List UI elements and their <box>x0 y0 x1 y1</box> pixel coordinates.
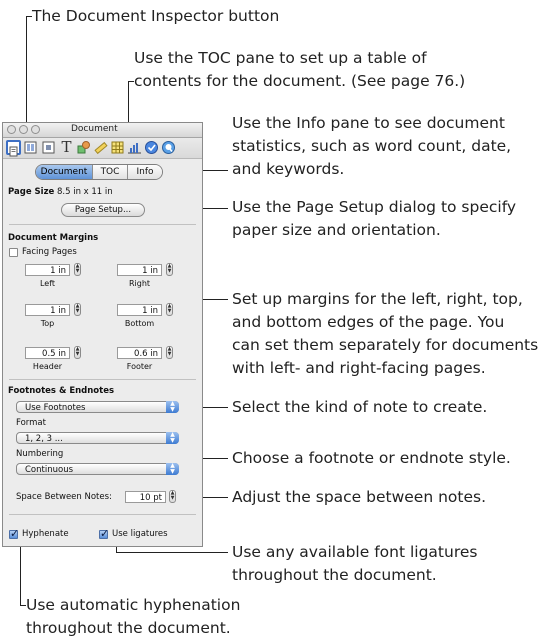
space-between-notes-label: Space Between Notes: <box>16 492 112 502</box>
left-margin-label: Left <box>39 279 56 288</box>
callout-margins-3: can set them separately for documents <box>232 336 539 354</box>
popup-arrows-icon: ▲ ▼ <box>166 401 179 413</box>
header-margin-label: Header <box>32 362 63 371</box>
leader-hyphen-v <box>20 541 21 606</box>
footer-margin-field[interactable]: 0.6 in <box>117 347 162 359</box>
left-margin-field[interactable]: 1 in <box>25 264 70 276</box>
close-button[interactable] <box>7 125 16 134</box>
format-label: Format <box>16 418 46 428</box>
link-inspector-icon[interactable] <box>144 140 159 155</box>
callout-toc-1: Use the TOC pane to set up a table of <box>134 49 427 67</box>
inspector-toolbar: T <box>3 138 202 159</box>
page-size-value: 8.5 in x 11 in <box>57 187 113 197</box>
facing-pages-label: Facing Pages <box>22 247 77 257</box>
title-bar: Document <box>3 123 202 138</box>
bottom-margin-stepper[interactable]: ▲ ▼ <box>166 303 173 316</box>
metrics-inspector-icon[interactable] <box>93 140 108 155</box>
right-margin-label: Right <box>128 279 151 288</box>
footnotes-heading: Footnotes & Endnotes <box>8 386 115 396</box>
top-margin-label: Top <box>40 319 55 328</box>
callout-ligatures-1: Use any available font ligatures <box>232 543 478 561</box>
leader-inspector-v <box>26 16 27 138</box>
header-margin-stepper[interactable]: ▲ ▼ <box>74 346 81 359</box>
layout-inspector-icon[interactable] <box>23 140 38 155</box>
numbering-value: Continuous <box>25 465 74 475</box>
footer-margin-stepper[interactable]: ▲ ▼ <box>166 346 173 359</box>
space-between-notes-stepper[interactable]: ▲ ▼ <box>169 490 176 503</box>
callout-hyphen-1: Use automatic hyphenation <box>26 596 241 614</box>
callout-info-1: Use the Info pane to see document <box>232 114 505 132</box>
window-title: Document <box>71 124 118 134</box>
space-between-notes-field[interactable]: 10 pt <box>125 491 166 503</box>
document-inspector-window: Document T Document TOC Info Page Size 8… <box>2 122 203 547</box>
divider <box>9 224 196 225</box>
minimize-button[interactable] <box>19 125 28 134</box>
callout-note-style: Choose a footnote or endnote style. <box>232 449 511 467</box>
top-margin-field[interactable]: 1 in <box>25 304 70 316</box>
top-margin-stepper[interactable]: ▲ ▼ <box>74 303 81 316</box>
callout-toc-2: contents for the document. (See page 76.… <box>134 72 466 90</box>
hyphenate-checkbox[interactable]: ✓ <box>9 527 19 540</box>
callout-page-setup-1: Use the Page Setup dialog to specify <box>232 198 517 216</box>
left-margin-stepper[interactable]: ▲ ▼ <box>74 263 81 276</box>
facing-pages-checkbox[interactable] <box>9 248 18 257</box>
right-margin-field[interactable]: 1 in <box>117 264 162 276</box>
note-kind-value: Use Footnotes <box>25 403 86 413</box>
document-margins-heading: Document Margins <box>8 233 99 243</box>
tab-toc[interactable]: TOC <box>93 165 128 179</box>
numbering-popup[interactable]: Continuous ▲ ▼ <box>16 463 179 475</box>
callout-page-setup-2: paper size and orientation. <box>232 221 441 239</box>
callout-inspector-button: The Document Inspector button <box>32 7 280 25</box>
leader-hyphen-h <box>20 605 26 606</box>
tab-document[interactable]: Document <box>36 165 93 179</box>
right-margin-stepper[interactable]: ▲ ▼ <box>166 263 173 276</box>
callout-margins-1: Set up margins for the left, right, top, <box>232 290 523 308</box>
document-inspector-icon[interactable] <box>6 140 21 157</box>
format-popup[interactable]: 1, 2, 3 ... ▲ ▼ <box>16 432 179 444</box>
divider <box>9 514 196 515</box>
callout-hyphen-2: throughout the document. <box>26 619 231 637</box>
note-kind-popup[interactable]: Use Footnotes ▲ ▼ <box>16 401 179 413</box>
callout-margins-4: with left- and right-facing pages. <box>232 359 486 377</box>
tab-info[interactable]: Info <box>128 165 162 179</box>
graphic-inspector-icon[interactable] <box>76 140 91 155</box>
page-size-label: Page Size <box>8 187 55 197</box>
callout-info-2: statistics, such as word count, date, <box>232 137 512 155</box>
hyphenate-label: Hyphenate <box>22 529 69 539</box>
callout-note-space: Adjust the space between notes. <box>232 488 487 506</box>
inspector-tabs: Document TOC Info <box>35 164 163 180</box>
ligatures-label: Use ligatures <box>112 529 168 539</box>
callout-margins-2: and bottom edges of the page. You <box>232 313 505 331</box>
zoom-button[interactable] <box>31 125 40 134</box>
bottom-margin-label: Bottom <box>124 319 155 328</box>
numbering-label: Numbering <box>16 449 64 459</box>
footer-margin-label: Footer <box>126 362 153 371</box>
callout-info-3: and keywords. <box>232 160 345 178</box>
page-setup-button[interactable]: Page Setup... <box>61 203 145 217</box>
ligatures-checkbox[interactable]: ✓ <box>99 527 109 540</box>
format-value: 1, 2, 3 ... <box>25 434 63 444</box>
callout-note-kind: Select the kind of note to create. <box>232 398 488 416</box>
text-inspector-icon[interactable]: T <box>59 140 74 155</box>
divider <box>9 379 196 380</box>
chart-inspector-icon[interactable] <box>127 140 142 155</box>
popup-arrows-icon: ▲ ▼ <box>166 463 179 475</box>
callout-ligatures-2: throughout the document. <box>232 566 437 584</box>
bottom-margin-field[interactable]: 1 in <box>117 304 162 316</box>
wrap-inspector-icon[interactable] <box>41 140 56 155</box>
quicktime-inspector-icon[interactable] <box>161 140 176 155</box>
leader-ligatures-h <box>116 552 228 553</box>
table-inspector-icon[interactable] <box>110 140 125 155</box>
header-margin-field[interactable]: 0.5 in <box>25 347 70 359</box>
popup-arrows-icon: ▲ ▼ <box>166 432 179 444</box>
